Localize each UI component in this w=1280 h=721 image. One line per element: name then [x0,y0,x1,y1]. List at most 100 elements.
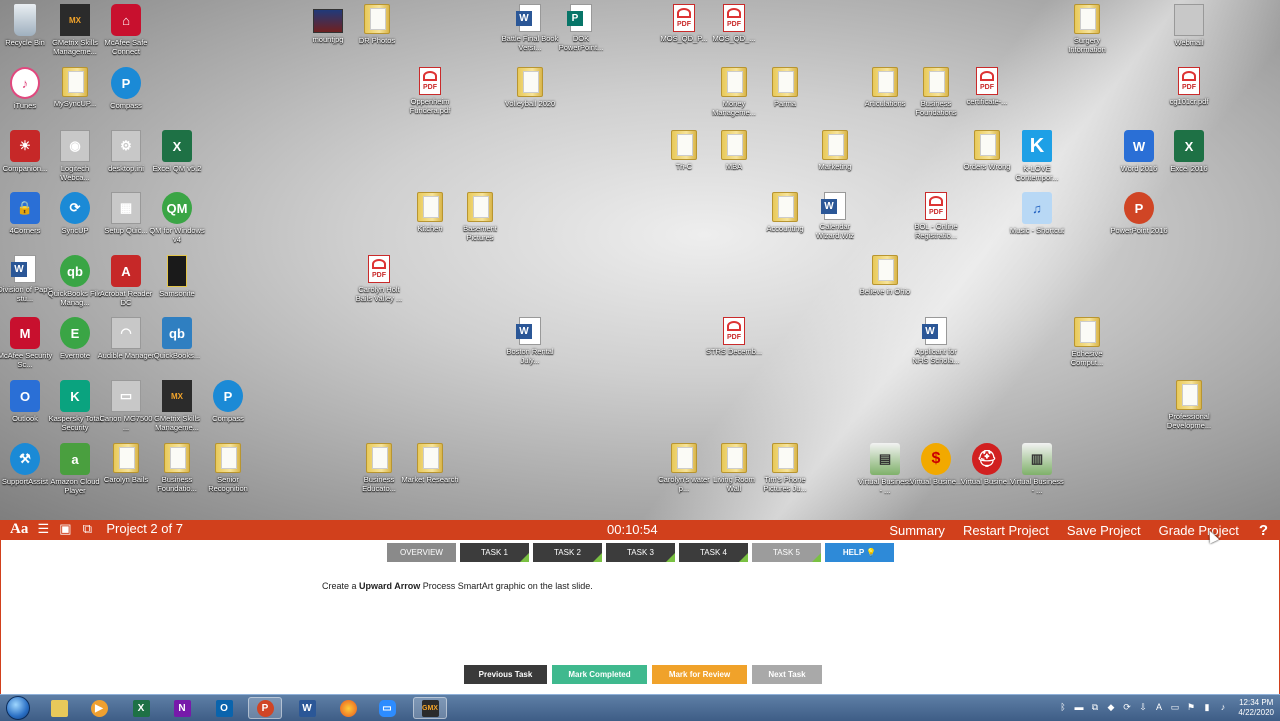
mark-completed-button[interactable]: Mark Completed [552,665,647,684]
sync-tray-icon[interactable]: ⟳ [1122,701,1132,713]
desktop-icon[interactable]: MX GMetrix Skills Manageme... [46,4,104,56]
desktop-icon[interactable]: ⌂ McAfee Safe Connect [97,4,155,56]
desktop-icon[interactable]: Samsonite [148,255,206,298]
start-button[interactable] [4,695,32,721]
desktop-icon[interactable]: ◉ Logitech Webca... [46,130,104,182]
tab-task-4[interactable]: TASK 4 [679,543,748,562]
taskbar-zoom[interactable]: ▭ [370,697,404,719]
desktop-icon[interactable]: ▦ Setup Quic... [97,192,155,235]
tab-task-3[interactable]: TASK 3 [606,543,675,562]
tab-task-5[interactable]: TASK 5 [752,543,821,562]
desktop-icon[interactable]: qb QuickBooks File Manag... [46,255,104,307]
desktop-icon[interactable]: Tim's Phone Pictures Ju... [756,443,814,493]
desktop-icon[interactable]: X Excel 2016 [1160,130,1218,173]
desktop-icon[interactable]: P Compass [199,380,257,423]
desktop-icon[interactable]: PDF certificate-... [958,67,1016,106]
taskbar-powerpoint[interactable]: P [248,697,282,719]
desktop-icon[interactable]: Senior Recognition [199,443,257,493]
desktop-icon[interactable]: Applicant for NHS Schola... [907,317,965,365]
desktop-icon[interactable]: MySyncUP... [46,67,104,108]
desktop-icon[interactable]: DR Photos [348,4,406,45]
desktop-icon[interactable]: ♫ Music - Shortcut [1008,192,1066,235]
tab-task-2[interactable]: TASK 2 [533,543,602,562]
update-icon[interactable]: ⇩ [1138,701,1148,713]
desktop-icon[interactable]: Surgery Information [1058,4,1116,54]
desktop-icon[interactable]: ⟳ SyncUP [46,192,104,235]
window-icon[interactable]: ⧉ [80,521,94,536]
desktop-icon[interactable]: a Amazon Cloud Player [46,443,104,495]
tab-overview[interactable]: OVERVIEW [387,543,456,562]
desktop-icon[interactable]: ▤ Virtual Business - ... [856,443,914,495]
desktop-icon[interactable]: Money Manageme... [705,67,763,117]
desktop-icon[interactable]: Webmail [1160,4,1218,47]
desktop-icon[interactable]: X Excel QM v5.2 [148,130,206,173]
desktop-icon[interactable]: PDF MOS_QD_... [705,4,763,43]
taskbar-firefox[interactable] [331,697,365,719]
desktop-icon[interactable]: Believe in Ohio [856,255,914,296]
bluetooth-icon[interactable]: ᛒ [1058,701,1068,713]
desktop-icon[interactable]: Business Foundations [907,67,965,117]
desktop-icon[interactable]: PDF STRS Decemb... [705,317,763,356]
save-project-link[interactable]: Save Project [1067,523,1141,538]
volume-icon[interactable]: ♪ [1218,701,1228,713]
list-icon[interactable]: ☰ [36,521,50,536]
desktop-icon[interactable]: ⚙ desktop.ini [97,130,155,173]
previous-task-button[interactable]: Previous Task [464,665,547,684]
desktop-icon[interactable]: ▭ Canon MG7500 ... [97,380,155,432]
desktop-icon[interactable]: Boston Rental July... [501,317,559,365]
taskbar-onenote[interactable]: N [165,697,199,719]
desktop-icon[interactable]: Business Foundatio... [148,443,206,493]
desktop-icon[interactable]: K Kaspersky Total Security [46,380,104,432]
help-question-icon[interactable]: ? [1259,522,1268,539]
mark-for-review-button[interactable]: Mark for Review [652,665,747,684]
desktop-icon[interactable]: qb QuickBooks... [148,317,206,360]
summary-link[interactable]: Summary [889,523,945,538]
desktop-icon[interactable]: P Compass [97,67,155,110]
security-icon[interactable]: ◆ [1106,701,1116,713]
desktop-icon[interactable]: QM QM for Windows v4 [148,192,206,244]
restart-project-link[interactable]: Restart Project [963,523,1049,538]
desktop-icon[interactable]: Parma [756,67,814,108]
desktop-icon[interactable]: A Acrobat Reader DC [97,255,155,307]
system-clock[interactable]: 12:34 PM 4/22/2020 [1238,698,1274,718]
taskbar-gmetrix[interactable]: GMX [413,697,447,719]
desktop-icon[interactable]: Market Research [401,443,459,484]
desktop-icon[interactable]: Carolyn Bails [97,443,155,484]
desktop-icon[interactable]: ▥ Virtual Business - ... [1008,443,1066,495]
desktop-icon[interactable]: Living Room Wall [705,443,763,493]
taskbar-excel[interactable]: X [124,697,158,719]
desktop-icon[interactable]: ◠ Audible Manager [97,317,155,360]
desktop-icon[interactable]: Articulations [856,67,914,108]
desktop-icon[interactable]: PDF Carolyn Holt Bails Valley ... [350,255,408,303]
desktop-icon[interactable]: Calendar Wizard.Wiz [806,192,864,240]
desktop-icon[interactable]: MBA [705,130,763,171]
desktop-icon[interactable]: Professional Developme... [1160,380,1218,430]
desktop-icon[interactable]: PDF Oppenheim Fundera.pdf [401,67,459,115]
tab-help[interactable]: HELP 💡 [825,543,894,562]
display-icon[interactable]: ▭ [1170,701,1180,713]
desktop-icon[interactable]: Basement Pictures [451,192,509,242]
tab-task-1[interactable]: TASK 1 [460,543,529,562]
desktop-icon[interactable]: Edhesive Comput... [1058,317,1116,367]
desktop-icon[interactable]: P PowerPoint 2016 [1110,192,1168,235]
font-size-icon[interactable]: Aa [10,521,28,536]
desktop-icon[interactable]: Battle Final Book Versi... [501,4,559,52]
acrobat-tray-icon[interactable]: A [1154,701,1164,713]
network-share-icon[interactable]: ⧉ [1090,701,1100,713]
taskbar-media-player[interactable]: ▶ [82,697,116,719]
desktop-icon[interactable]: PDF BOL - Online Registratio... [907,192,965,240]
desktop-icon[interactable]: Marketing [806,130,864,171]
desktop-icon[interactable]: PDF cg101cr.pdf [1160,67,1218,106]
taskbar-word[interactable]: W [290,697,324,719]
signal-icon[interactable]: ▮ [1202,701,1212,713]
desktop-icon[interactable]: $ Virtual Busine... [907,443,965,486]
calculator-icon[interactable]: ▣ [58,521,72,536]
taskbar-outlook[interactable]: O [207,697,241,719]
desktop-icon[interactable]: Volleyball 2020 [501,67,559,108]
desktop-icon[interactable]: DOK PowerPoint... [552,4,610,52]
desktop-icon[interactable]: K K-LOVE Contempor... [1008,130,1066,182]
desktop-icon[interactable]: Business Educato... [350,443,408,493]
next-task-button[interactable]: Next Task [752,665,822,684]
grade-project-link[interactable]: Grade Project [1159,523,1239,538]
desktop-icon[interactable]: E Evernote [46,317,104,360]
